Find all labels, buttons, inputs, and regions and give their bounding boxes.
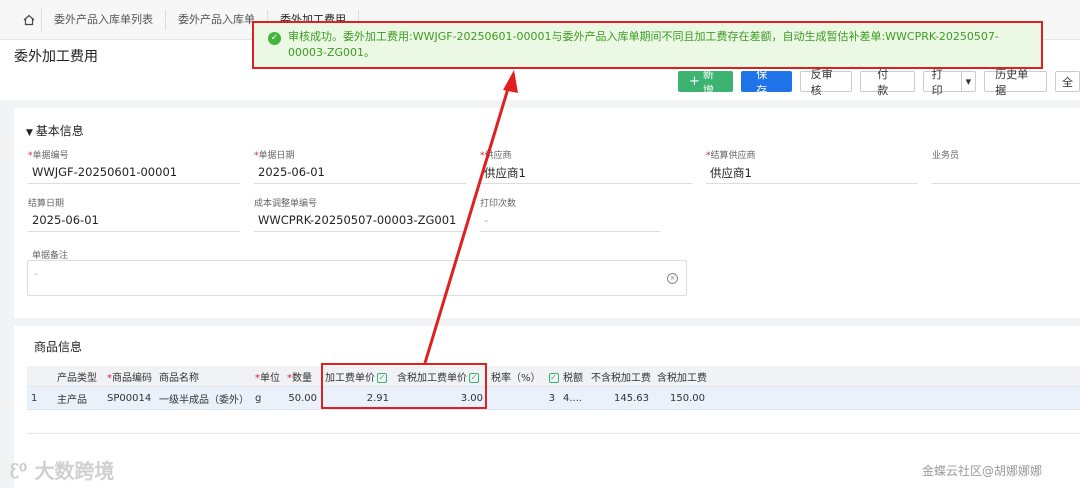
watermark-logo: ᦷ⁰ 大数跨境 xyxy=(10,455,114,485)
watermark-left-text: 大数跨境 xyxy=(34,459,115,483)
annotation-arrow xyxy=(423,70,518,364)
infinity-icon: ᦷ⁰ xyxy=(10,459,35,483)
watermark-text: 金蝶云社区@胡娜娜娜 xyxy=(922,464,1043,478)
